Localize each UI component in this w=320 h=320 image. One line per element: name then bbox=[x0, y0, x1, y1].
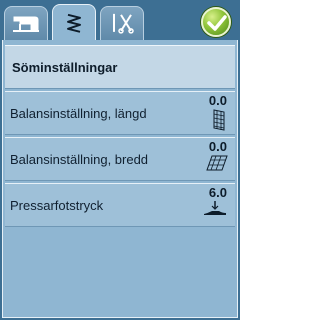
setting-row-width-balance[interactable]: Balansinställning, bredd 0.0 bbox=[5, 137, 235, 181]
tab-tools[interactable] bbox=[100, 6, 144, 42]
settings-panel: Söminställningar Balansinställning, läng… bbox=[2, 40, 238, 318]
sewing-settings-screen: Söminställningar Balansinställning, läng… bbox=[0, 0, 240, 320]
width-balance-icon bbox=[206, 155, 228, 171]
panel-header: Söminställningar bbox=[5, 45, 235, 89]
sewing-machine-icon bbox=[13, 16, 39, 32]
setting-value: 6.0 bbox=[208, 185, 227, 200]
tab-strip bbox=[0, 0, 240, 44]
setting-value: 0.0 bbox=[208, 93, 227, 108]
setting-row-presser-foot-pressure[interactable]: Pressarfotstryck 6.0 bbox=[5, 183, 235, 227]
scissors-needle-icon bbox=[113, 13, 134, 34]
setting-value: 0.0 bbox=[208, 139, 227, 154]
tab-stitch[interactable] bbox=[52, 4, 96, 44]
setting-row-length-balance[interactable]: Balansinställning, längd 0.0 bbox=[5, 91, 235, 135]
setting-label: Balansinställning, bredd bbox=[10, 152, 149, 167]
page-title: Söminställningar bbox=[12, 60, 118, 75]
zigzag-stitch-icon bbox=[67, 13, 81, 33]
tab-machine[interactable] bbox=[4, 6, 48, 42]
checkmark-icon bbox=[207, 15, 227, 31]
confirm-button[interactable] bbox=[201, 7, 231, 37]
length-balance-icon bbox=[213, 109, 225, 131]
presser-foot-pressure-icon bbox=[204, 201, 226, 215]
setting-label: Pressarfotstryck bbox=[10, 198, 104, 213]
setting-label: Balansinställning, längd bbox=[10, 106, 147, 121]
